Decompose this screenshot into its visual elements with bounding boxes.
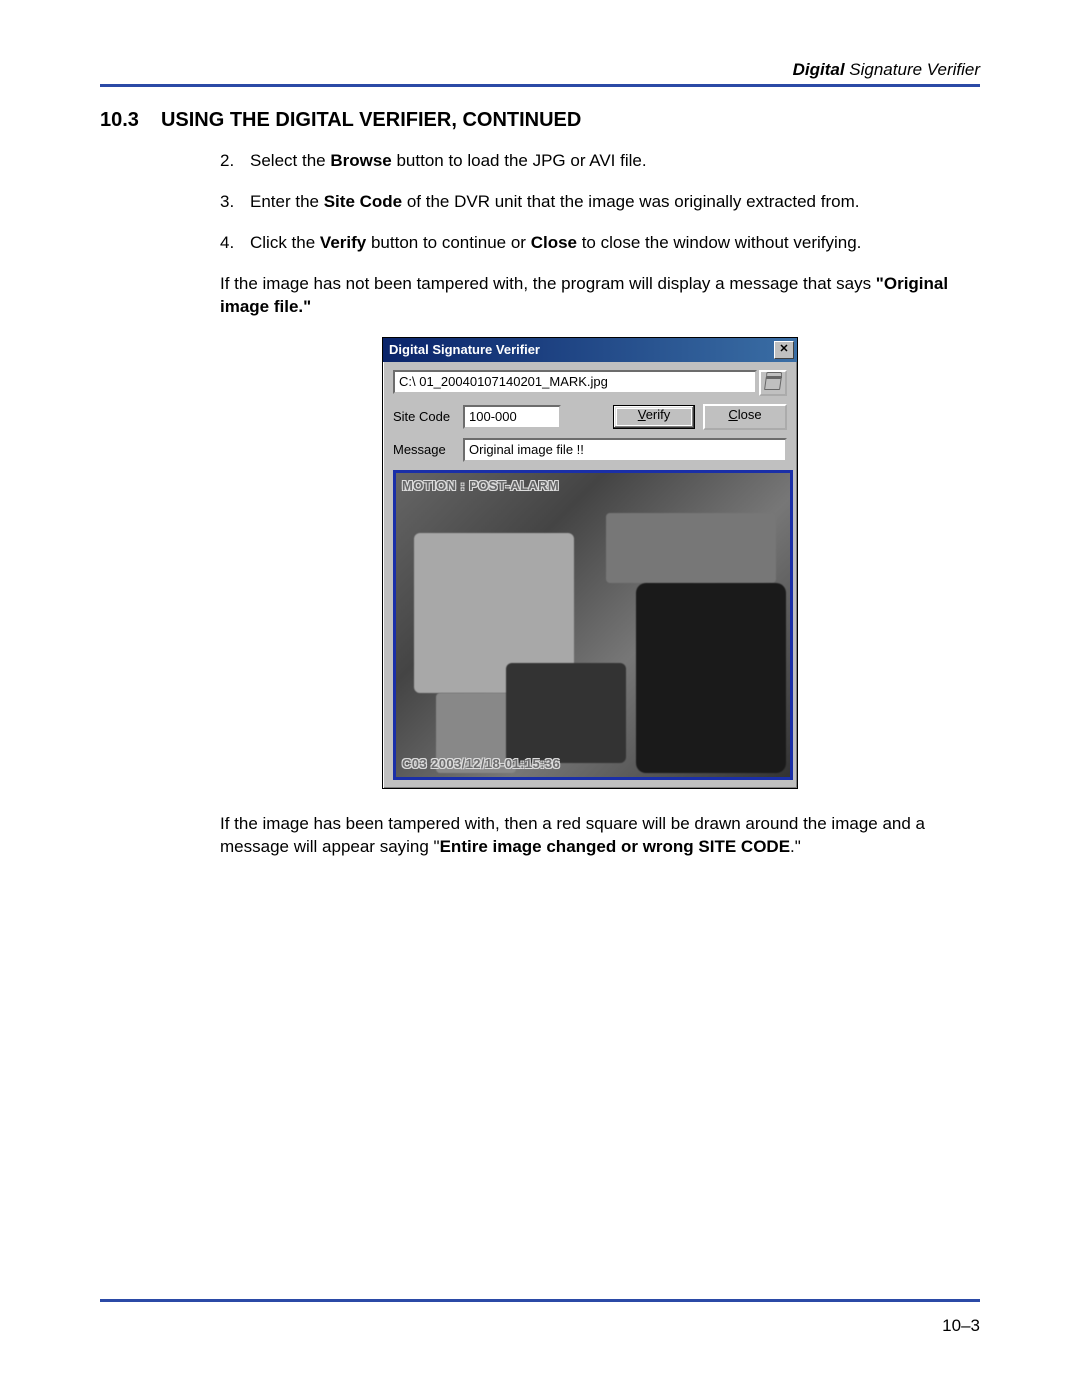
site-code-label: Site Code <box>393 408 455 426</box>
verify-button[interactable]: Verify <box>613 405 695 429</box>
section-heading: 10.3 USING THE DIGITAL VERIFIER, CONTINU… <box>100 109 980 132</box>
header-rest: Signature Verifier <box>845 60 980 79</box>
dialog-titlebar[interactable]: Digital Signature Verifier ✕ <box>383 338 797 362</box>
header-text: Digital Signature Verifier <box>100 60 980 80</box>
page-number: 10–3 <box>942 1316 980 1336</box>
close-icon[interactable]: ✕ <box>774 341 794 359</box>
browse-button[interactable] <box>759 370 787 396</box>
dialog-title: Digital Signature Verifier <box>389 341 540 359</box>
file-path-input[interactable]: C:\ 01_20040107140201_MARK.jpg <box>393 370 757 394</box>
top-rule <box>100 84 980 87</box>
file-path-row: C:\ 01_20040107140201_MARK.jpg <box>393 370 787 396</box>
step-2: 2. Select the Browse button to load the … <box>220 150 960 173</box>
folder-icon <box>764 376 782 390</box>
section-title: USING THE DIGITAL VERIFIER, CONTINUED <box>161 109 581 132</box>
header-bold: Digital <box>793 60 845 79</box>
overlay-motion-label: MOTION : POST-ALARM <box>402 477 559 495</box>
overlay-timestamp: C03 2003/12/18-01:15:36 <box>402 755 560 773</box>
verified-image-preview: MOTION : POST-ALARM C03 2003/12/18-01:15… <box>393 470 793 780</box>
step-text: Select the Browse button to load the JPG… <box>250 150 647 173</box>
step-text: Click the Verify button to continue or C… <box>250 232 861 255</box>
message-output: Original image file !! <box>463 438 787 462</box>
close-button[interactable]: Close <box>703 404 787 430</box>
step-4: 4. Click the Verify button to continue o… <box>220 232 960 255</box>
site-code-input[interactable]: 100-000 <box>463 405 561 429</box>
paragraph-tampered: If the image has been tampered with, the… <box>220 813 960 859</box>
paragraph-original: If the image has not been tampered with,… <box>220 273 960 319</box>
step-number: 2. <box>220 150 238 173</box>
verifier-dialog: Digital Signature Verifier ✕ C:\ 01_2004… <box>382 337 798 789</box>
bottom-rule <box>100 1299 980 1302</box>
message-label: Message <box>393 441 455 459</box>
step-number: 4. <box>220 232 238 255</box>
step-text: Enter the Site Code of the DVR unit that… <box>250 191 859 214</box>
section-number: 10.3 <box>100 109 139 132</box>
step-number: 3. <box>220 191 238 214</box>
step-3: 3. Enter the Site Code of the DVR unit t… <box>220 191 960 214</box>
